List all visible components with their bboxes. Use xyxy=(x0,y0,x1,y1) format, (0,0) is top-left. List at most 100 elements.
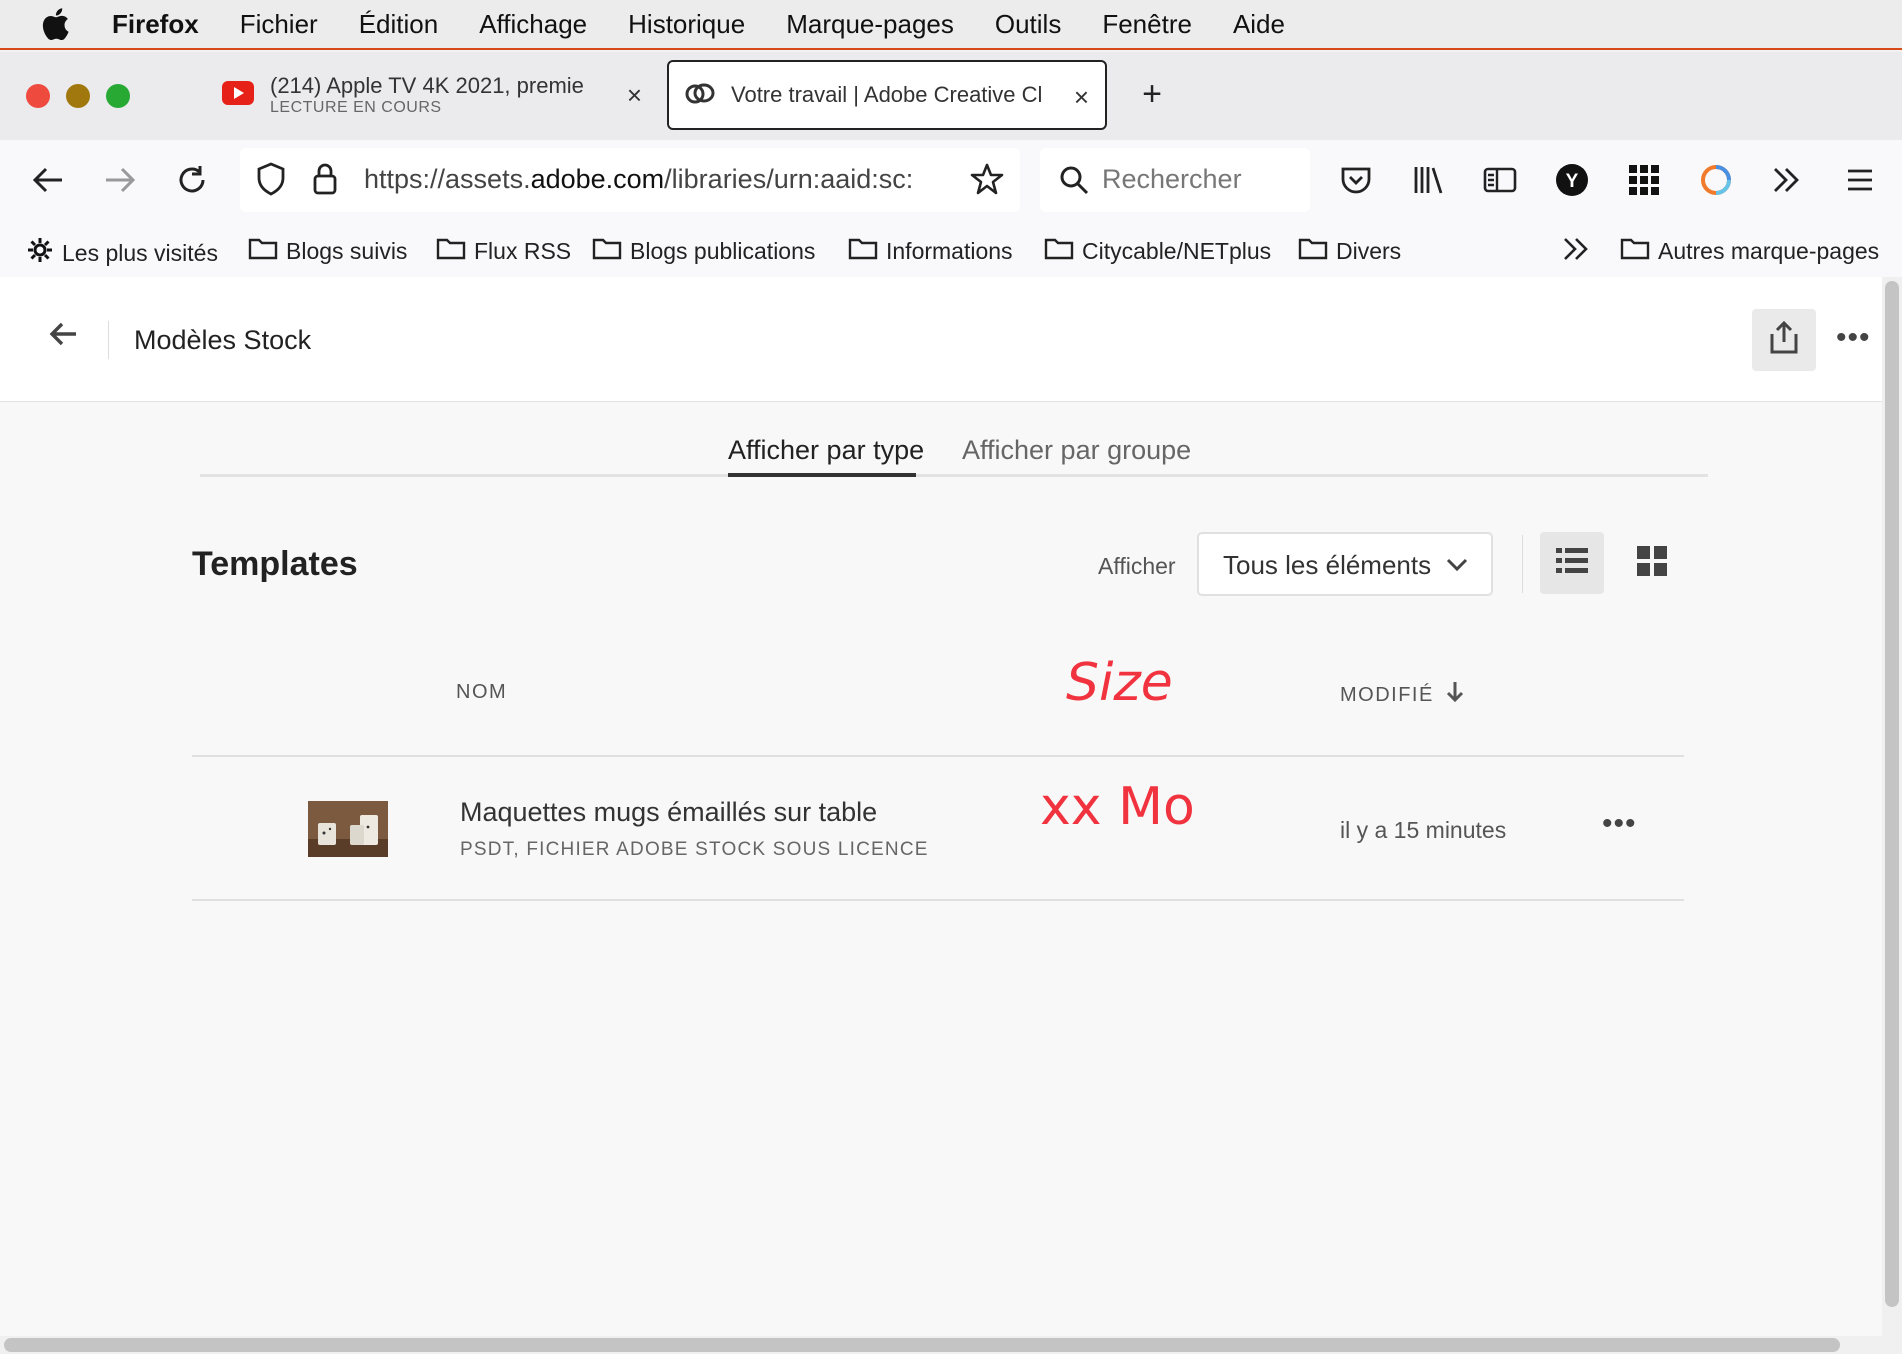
close-tab-icon[interactable]: × xyxy=(1074,82,1089,113)
filter-dropdown[interactable]: Tous les éléments xyxy=(1197,532,1493,596)
chevron-down-icon xyxy=(1445,554,1469,579)
tracking-shield-icon[interactable] xyxy=(256,162,286,201)
handwritten-size-value: xx Mo xyxy=(1040,777,1195,837)
bookmark-label: Les plus visités xyxy=(62,239,218,266)
sidebar-toggle-icon[interactable] xyxy=(1478,158,1522,202)
hamburger-menu-icon[interactable] xyxy=(1838,158,1882,202)
bookmark-star-icon[interactable] xyxy=(970,162,1004,201)
bookmark-folder-divers[interactable]: Divers xyxy=(1298,236,1401,266)
forward-arrow-icon[interactable] xyxy=(98,158,142,202)
menu-edition[interactable]: Édition xyxy=(359,9,439,40)
tab-by-type[interactable]: Afficher par type xyxy=(728,435,924,466)
asset-name[interactable]: Maquettes mugs émaillés sur table xyxy=(460,797,877,828)
tab-youtube[interactable]: (214) Apple TV 4K 2021, premie LECTURE E… xyxy=(222,60,652,130)
active-tab-indicator xyxy=(728,473,916,477)
creative-cloud-icon xyxy=(685,82,715,109)
folder-icon xyxy=(592,236,630,266)
search-placeholder: Rechercher xyxy=(1102,164,1242,194)
menu-fenetre[interactable]: Fenêtre xyxy=(1102,9,1192,40)
handwritten-size-annotation: Size xyxy=(1066,653,1173,713)
url-path: /libraries/urn:aaid:sc: xyxy=(664,164,914,194)
bookmark-most-visited[interactable]: Les plus visités xyxy=(26,236,218,270)
apps-grid-icon[interactable] xyxy=(1622,158,1666,202)
menu-app-name[interactable]: Firefox xyxy=(112,9,199,40)
page-header: Modèles Stock ••• xyxy=(0,277,1882,402)
grid-view-icon xyxy=(1636,545,1668,582)
share-icon xyxy=(1766,320,1802,361)
search-icon xyxy=(1058,164,1090,201)
bookmark-folder-blogs-publications[interactable]: Blogs publications xyxy=(592,236,815,266)
reload-icon[interactable] xyxy=(170,158,214,202)
bookmark-other-bookmarks[interactable]: Autres marque-pages xyxy=(1620,236,1879,266)
url-text[interactable]: https://assets.adobe.com/libraries/urn:a… xyxy=(364,164,954,195)
new-tab-plus-icon[interactable]: + xyxy=(1130,72,1174,116)
menu-aide[interactable]: Aide xyxy=(1233,9,1285,40)
apple-icon[interactable] xyxy=(40,7,74,41)
list-view-icon xyxy=(1555,546,1589,581)
view-toggle-divider xyxy=(1522,535,1523,593)
macos-menu-bar: Firefox Fichier Édition Affichage Histor… xyxy=(0,0,1902,48)
view-tabs: Afficher par type Afficher par groupe xyxy=(200,435,1708,477)
column-header-name[interactable]: NOM xyxy=(456,681,507,704)
menu-marque-pages[interactable]: Marque-pages xyxy=(786,9,954,40)
overflow-chevrons-icon xyxy=(1562,236,1598,268)
filter-selected-value: Tous les éléments xyxy=(1223,550,1432,580)
menu-fichier[interactable]: Fichier xyxy=(240,9,318,40)
folder-icon xyxy=(1298,236,1336,266)
header-divider xyxy=(108,321,109,359)
scrollbar-thumb[interactable] xyxy=(4,1338,1840,1352)
bookmark-label: Citycable/NETplus xyxy=(1082,237,1272,264)
tab-title: Votre travail | Adobe Creative Cl xyxy=(731,82,1043,107)
back-arrow-icon[interactable] xyxy=(46,319,80,354)
minimize-window-button[interactable] xyxy=(66,84,90,108)
bookmark-folder-citycable[interactable]: Citycable/NETplus xyxy=(1044,236,1271,266)
tab-by-group[interactable]: Afficher par groupe xyxy=(962,435,1191,466)
column-header-modified[interactable]: MODIFIÉ xyxy=(1340,681,1464,709)
bookmarks-overflow-chevron[interactable] xyxy=(1562,236,1598,268)
library-icon[interactable] xyxy=(1406,158,1450,202)
menu-historique[interactable]: Historique xyxy=(628,9,745,40)
lock-icon[interactable] xyxy=(312,162,338,201)
overflow-chevrons-icon[interactable] xyxy=(1764,158,1808,202)
url-domain: adobe.com xyxy=(530,164,665,194)
bookmark-label: Autres marque-pages xyxy=(1658,237,1880,264)
share-button[interactable] xyxy=(1752,309,1816,371)
bookmark-label: Flux RSS xyxy=(474,237,572,264)
row-more-options-icon[interactable]: ••• xyxy=(1602,807,1637,841)
url-bar[interactable]: https://assets.adobe.com/libraries/urn:a… xyxy=(240,148,1020,212)
bookmark-folder-informations[interactable]: Informations xyxy=(848,236,1013,266)
table-header-divider xyxy=(192,755,1684,757)
back-arrow-icon[interactable] xyxy=(26,158,70,202)
menu-affichage[interactable]: Affichage xyxy=(479,9,587,40)
more-options-icon[interactable]: ••• xyxy=(1836,321,1871,355)
tab-adobe-creative-cloud[interactable]: Votre travail | Adobe Creative Cl × xyxy=(667,60,1107,130)
bookmark-label: Divers xyxy=(1336,237,1402,264)
vertical-scrollbar[interactable] xyxy=(1882,277,1902,1337)
horizontal-scrollbar[interactable] xyxy=(0,1336,1902,1354)
tab-playing-label: LECTURE EN COURS xyxy=(270,99,442,116)
bookmarks-toolbar: Les plus visités Blogs suivis Flux RSS B… xyxy=(0,226,1902,278)
asset-thumbnail xyxy=(308,801,388,857)
page-title: Modèles Stock xyxy=(134,325,312,355)
circle-extension-icon[interactable] xyxy=(1694,158,1738,202)
browser-chrome: (214) Apple TV 4K 2021, premie LECTURE E… xyxy=(0,48,1902,278)
column-header-label: MODIFIÉ xyxy=(1340,683,1434,706)
grid-view-button[interactable] xyxy=(1620,532,1684,594)
asset-type: PSDT, FICHIER ADOBE STOCK SOUS LICENCE xyxy=(460,839,929,860)
close-tab-icon[interactable]: × xyxy=(627,80,642,111)
url-scheme: https://assets. xyxy=(364,164,531,194)
menu-outils[interactable]: Outils xyxy=(995,9,1061,40)
folder-icon xyxy=(1044,236,1082,266)
pocket-icon[interactable] xyxy=(1334,158,1378,202)
yoroi-extension-icon[interactable]: Y xyxy=(1550,158,1594,202)
scrollbar-thumb[interactable] xyxy=(1885,281,1899,1307)
table-row-divider xyxy=(192,899,1684,901)
bookmark-folder-blogs-suivis[interactable]: Blogs suivis xyxy=(248,236,407,266)
list-view-button[interactable] xyxy=(1540,532,1604,594)
bookmark-label: Blogs publications xyxy=(630,237,816,264)
search-field[interactable]: Rechercher xyxy=(1040,148,1310,212)
folder-icon xyxy=(248,236,286,266)
zoom-window-button[interactable] xyxy=(106,84,130,108)
bookmark-folder-flux-rss[interactable]: Flux RSS xyxy=(436,236,571,266)
close-window-button[interactable] xyxy=(26,84,50,108)
